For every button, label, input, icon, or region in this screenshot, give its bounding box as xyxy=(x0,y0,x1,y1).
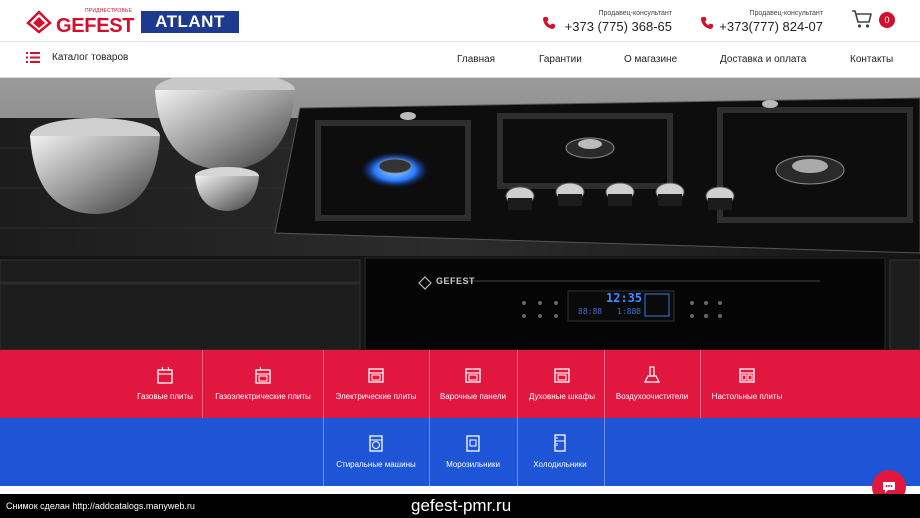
page: ПРИДНЕСТРОВЬЕ GEFEST ATLANT Продавец-кон… xyxy=(0,0,920,518)
phone-caption: Продавец-консультант xyxy=(598,10,672,17)
category-label: Воздухоочистители xyxy=(615,392,689,401)
electric-stove-icon xyxy=(368,368,384,383)
phone-block-1[interactable]: Продавец-консультант +373 (775) 368-65 xyxy=(542,8,672,36)
category-electric-stoves[interactable]: Электрические плиты xyxy=(326,350,426,418)
category-label: Стиральные машины xyxy=(336,460,416,469)
hob-icon xyxy=(465,368,481,383)
gas-electric-stove-icon xyxy=(255,366,271,384)
phone-icon xyxy=(701,17,713,29)
category-hobs[interactable]: Варочные панели xyxy=(423,350,523,418)
category-gas-stoves[interactable]: Газовые плиты xyxy=(115,350,215,418)
hero-display-right: 1:888 xyxy=(617,307,642,316)
site-domain: gefest-pmr.ru xyxy=(411,496,512,515)
phone-icon xyxy=(543,17,555,29)
catalog-button[interactable]: Каталог товаров xyxy=(26,52,128,63)
nav-link-contacts[interactable]: Контакты xyxy=(850,54,893,65)
gefest-logo-sub: ПРИДНЕСТРОВЬЕ xyxy=(85,8,133,14)
category-hoods[interactable]: Воздухоочистители xyxy=(602,350,702,418)
catalog-label: Каталог товаров xyxy=(52,52,129,63)
category-ovens[interactable]: Духовные шкафы xyxy=(512,350,612,418)
category-row-2: Стиральные машины Морозильники Холодильн… xyxy=(0,418,920,486)
nav-link-delivery[interactable]: Доставка и оплата xyxy=(720,54,806,65)
hero-display-left: 88:88 xyxy=(578,307,603,316)
cart-count-badge: 0 xyxy=(879,12,895,28)
phone-number: +373 (775) 368-65 xyxy=(564,19,672,34)
category-freezers[interactable]: Морозильники xyxy=(423,418,523,486)
washing-machine-icon xyxy=(369,435,383,452)
phone-caption: Продавец-консультант xyxy=(749,10,823,17)
category-label: Морозильники xyxy=(446,460,500,469)
nav-link-warranty[interactable]: Гарантии xyxy=(539,54,582,65)
category-label: Духовные шкафы xyxy=(529,392,595,401)
hood-icon xyxy=(644,366,660,383)
cart-button[interactable]: 0 xyxy=(851,9,897,33)
category-washing-machines[interactable]: Стиральные машины xyxy=(326,418,426,486)
oven-icon xyxy=(554,368,570,383)
cart-icon xyxy=(852,10,872,28)
gefest-logo[interactable]: ПРИДНЕСТРОВЬЕ GEFEST xyxy=(26,6,135,38)
nav-link-about[interactable]: О магазине xyxy=(624,54,677,65)
category-label: Холодильники xyxy=(533,460,587,469)
fridge-icon xyxy=(554,434,566,452)
hero-brand-text: GEFEST xyxy=(436,276,476,286)
phone-number: +373(777) 824-07 xyxy=(719,19,823,34)
phone-block-2[interactable]: Продавец-консультант +373(777) 824-07 xyxy=(700,8,823,36)
category-label: Газоэлектрические плиты xyxy=(215,392,311,401)
hero-display-time: 12:35 xyxy=(606,291,643,305)
gefest-flame-icon xyxy=(26,10,52,34)
category-row-1: Газовые плиты Газоэлектрические плиты Эл… xyxy=(0,350,920,418)
category-fridges[interactable]: Холодильники xyxy=(510,418,610,486)
category-label: Газовые плиты xyxy=(137,392,193,401)
atlant-logo[interactable]: ATLANT xyxy=(141,11,239,33)
category-label: Электрические плиты xyxy=(335,392,417,401)
chat-icon xyxy=(883,482,895,493)
nav-link-home[interactable]: Главная xyxy=(457,54,495,65)
category-tabletop-stoves[interactable]: Настольные плиты xyxy=(697,350,797,418)
menu-list-icon xyxy=(26,52,40,63)
category-label: Варочные панели xyxy=(439,392,507,401)
main-nav: Каталог товаров Главная Гарантии О магаз… xyxy=(0,42,920,78)
screenshot-note: Снимок сделан http://addcatalogs.manyweb… xyxy=(6,501,195,511)
hero-banner: GEFEST 12:35 88:88 1:888 xyxy=(0,78,920,350)
hero-image xyxy=(0,78,920,350)
category-label: Настольные плиты xyxy=(711,392,783,401)
top-header: ПРИДНЕСТРОВЬЕ GEFEST ATLANT Продавец-кон… xyxy=(0,0,920,42)
screenshot-footer: Снимок сделан http://addcatalogs.manyweb… xyxy=(0,494,920,518)
gas-stove-icon xyxy=(157,366,173,384)
tabletop-stove-icon xyxy=(739,368,755,383)
freezer-icon xyxy=(466,435,480,452)
gefest-logo-text: GEFEST xyxy=(56,15,135,37)
category-gas-electric-stoves[interactable]: Газоэлектрические плиты xyxy=(213,350,313,418)
